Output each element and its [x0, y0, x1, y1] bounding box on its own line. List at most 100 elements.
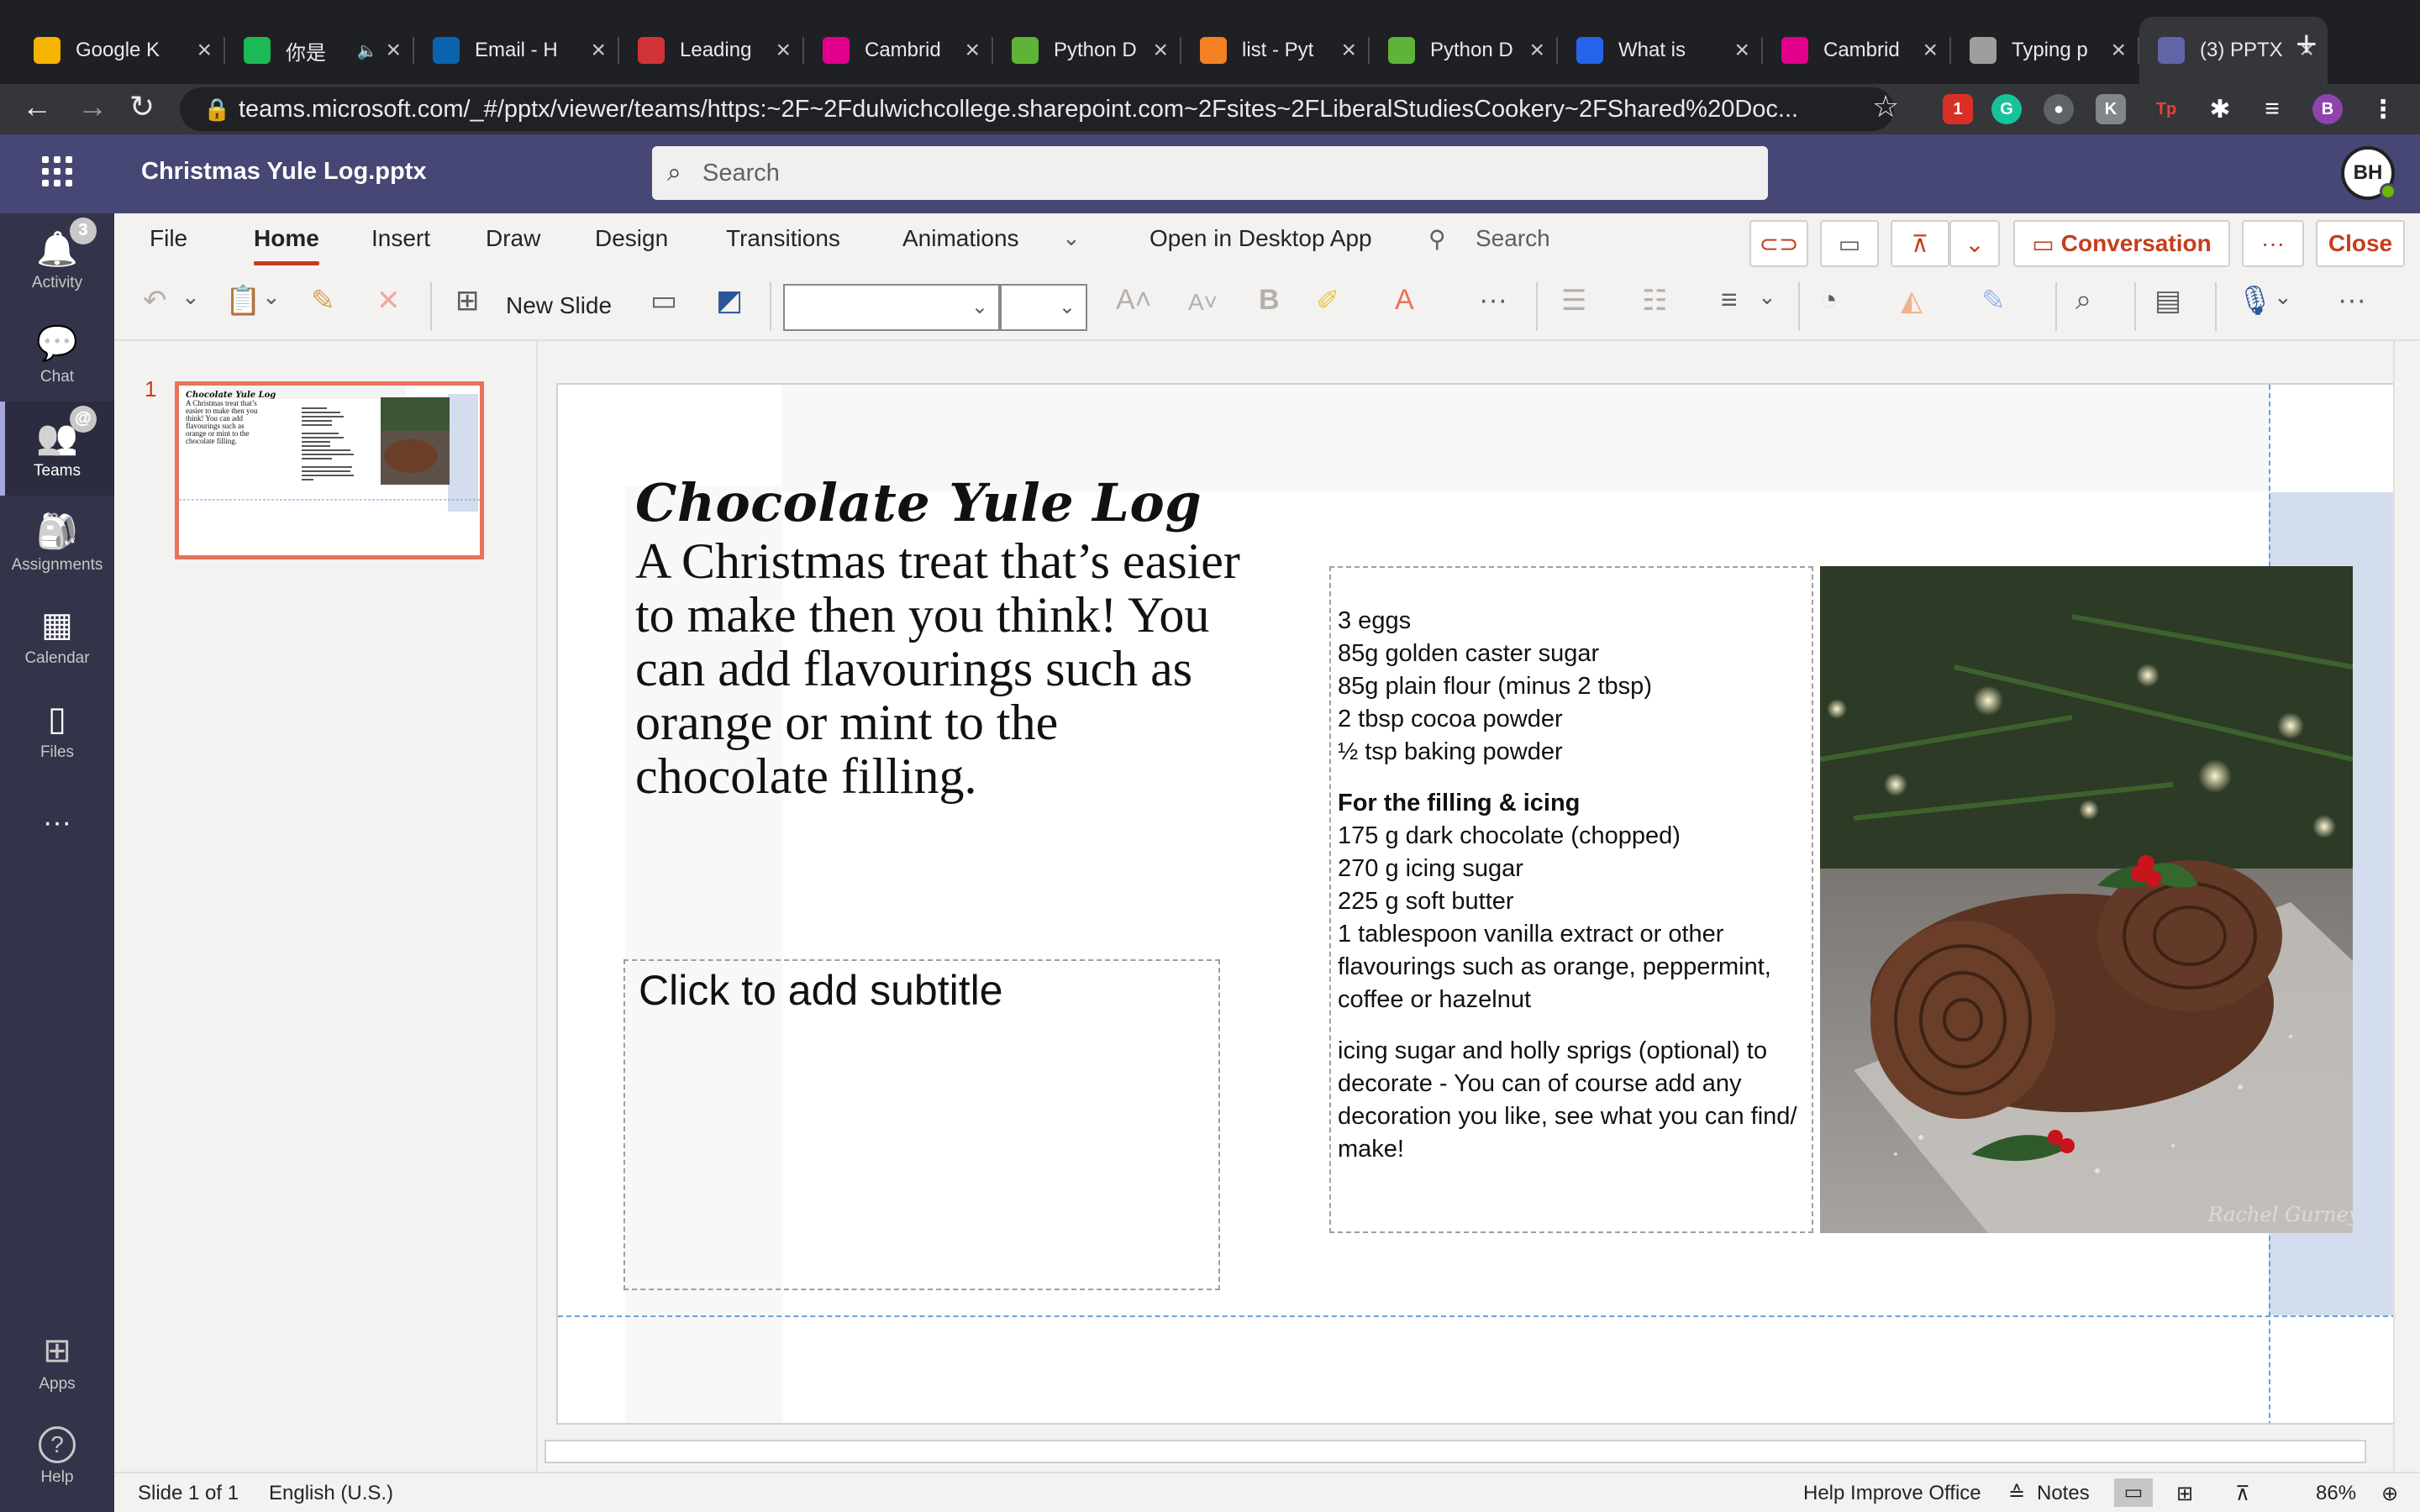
profile-avatar[interactable]: B — [2312, 94, 2343, 124]
tab-insert[interactable]: Insert — [371, 225, 430, 252]
increase-font-size-icon[interactable]: A˄ — [1116, 284, 1152, 317]
new-slide-button[interactable]: New Slide — [506, 292, 612, 319]
slide-title[interactable]: Chocolate Yule Log — [635, 472, 1202, 533]
close-tab-icon[interactable]: × — [1153, 36, 1168, 65]
more-tabs-chevron-icon[interactable]: ⌄ — [1062, 225, 1081, 251]
align-icon[interactable]: ≡ — [1721, 284, 1738, 317]
normal-view-icon[interactable]: ▭ — [2114, 1478, 2153, 1507]
browser-tab[interactable]: Python D × — [993, 17, 1181, 84]
media-queue-icon[interactable]: ≡ — [2257, 94, 2287, 124]
extension-tp-icon[interactable]: Tp — [2151, 94, 2181, 124]
paste-icon[interactable]: 📋 — [225, 284, 260, 318]
present-dropdown[interactable]: ⌄ — [1949, 220, 2000, 267]
browser-tab[interactable]: Leading × — [619, 17, 804, 84]
recipe-text-box[interactable]: 3 eggs 85g golden caster sugar 85g plain… — [1329, 566, 1813, 1233]
back-icon[interactable]: ← — [22, 89, 52, 124]
app-bar-item-chat[interactable]: 💬 Chat — [0, 307, 114, 402]
app-launcher-icon[interactable] — [42, 156, 72, 186]
help-improve-office-link[interactable]: Help Improve Office — [1803, 1482, 1981, 1505]
browser-tab[interactable]: Cambrid × — [804, 17, 993, 84]
format-painter-icon[interactable]: ✎ — [311, 284, 335, 318]
present-button[interactable]: ⊼ — [1891, 220, 1949, 267]
highlight-icon[interactable]: ✐ — [1316, 284, 1340, 318]
shapes-icon[interactable]: ◔ — [1820, 284, 1838, 317]
close-tab-icon[interactable]: × — [1923, 36, 1938, 65]
teams-search-input[interactable]: ⌕ Search — [652, 146, 1768, 200]
close-tab-icon[interactable]: × — [965, 36, 980, 65]
app-bar-item-help[interactable]: ? Help — [0, 1410, 114, 1504]
app-bar-item-apps[interactable]: ⊞ Apps — [0, 1315, 114, 1410]
extension-circle-icon[interactable]: ● — [2044, 94, 2074, 124]
forward-icon[interactable]: → — [77, 89, 108, 124]
tab-draw[interactable]: Draw — [486, 225, 540, 252]
extension-badge-icon[interactable]: 1 — [1943, 94, 1973, 124]
dictate-microphone-icon[interactable]: 🎙 — [2237, 284, 2273, 318]
close-button[interactable]: Close — [2316, 220, 2405, 267]
close-tab-icon[interactable]: × — [1734, 36, 1749, 65]
slide-thumbnail[interactable]: Chocolate Yule Log A Christmas treat tha… — [175, 381, 484, 559]
slide-sorter-icon[interactable]: ⊞ — [2176, 1482, 2193, 1506]
close-tab-icon[interactable]: × — [2111, 36, 2126, 65]
tab-design[interactable]: Design — [595, 225, 668, 252]
open-in-desktop-button[interactable]: Open in Desktop App — [1150, 225, 1372, 252]
subtitle-placeholder[interactable]: Click to add subtitle — [623, 959, 1220, 1290]
yule-log-photo[interactable]: Rachel Gurney — [1820, 566, 2353, 1233]
close-tab-icon[interactable]: × — [386, 36, 401, 65]
close-tab-icon[interactable]: × — [591, 36, 606, 65]
delete-icon[interactable]: ✕ — [376, 284, 401, 318]
slide-background-icon[interactable]: ◩ — [716, 284, 743, 318]
extension-k-icon[interactable]: K — [2096, 94, 2126, 124]
browser-tab[interactable]: What is × — [1558, 17, 1763, 84]
app-bar-item-more[interactable]: ··· — [0, 778, 114, 872]
horizontal-scrollbar[interactable] — [544, 1440, 2366, 1463]
close-tab-icon[interactable]: × — [1529, 36, 1544, 65]
dictate-dropdown-icon[interactable]: ⌄ — [2274, 284, 2292, 310]
numbering-icon[interactable]: ☷ — [1642, 284, 1667, 318]
designer-icon[interactable]: ▤ — [2154, 284, 2181, 318]
more-font-options-icon[interactable]: ··· — [1479, 284, 1507, 317]
align-dropdown-icon[interactable]: ⌄ — [1758, 284, 1776, 310]
decrease-font-size-icon[interactable]: A˅ — [1188, 289, 1218, 316]
app-bar-item-assignments[interactable]: 🎒 Assignments — [0, 496, 114, 590]
comments-button[interactable]: ▭ — [1820, 220, 1879, 267]
font-size-select[interactable]: ⌄ — [1000, 284, 1087, 331]
tab-animations[interactable]: Animations — [902, 225, 1019, 252]
conversation-button[interactable]: ▭ Conversation — [2013, 220, 2230, 267]
bold-icon[interactable]: B — [1259, 284, 1280, 317]
browser-tab[interactable]: Cambrid × — [1763, 17, 1951, 84]
reload-icon[interactable]: ↻ — [129, 89, 155, 124]
slideshow-icon[interactable]: ⊼ — [2235, 1482, 2250, 1506]
new-slide-icon[interactable]: ⊞ — [455, 284, 480, 318]
language-indicator[interactable]: English (U.S.) — [269, 1482, 393, 1505]
font-color-icon[interactable]: A — [1395, 284, 1414, 317]
app-bar-item-files[interactable]: ▯ Files — [0, 684, 114, 778]
app-bar-item-activity[interactable]: 🔔 3 Activity — [0, 213, 114, 307]
close-tab-icon[interactable]: × — [1341, 36, 1356, 65]
browser-tab[interactable]: Email - H × — [414, 17, 619, 84]
bullets-icon[interactable]: ☰ — [1561, 284, 1586, 318]
shape-outline-icon[interactable]: ✎ — [1981, 284, 2006, 318]
ribbon-overflow-icon[interactable]: ··· — [2338, 284, 2366, 317]
tab-audio-icon[interactable]: 🔈 — [357, 40, 378, 61]
tab-file[interactable]: File — [150, 225, 187, 252]
tab-transitions[interactable]: Transitions — [726, 225, 840, 252]
tab-home[interactable]: Home — [254, 225, 319, 265]
slide-body-text[interactable]: A Christmas treat that’s easier to make … — [635, 534, 1240, 803]
font-family-select[interactable]: ⌄ — [783, 284, 1000, 331]
notes-icon[interactable]: ≙ — [2008, 1482, 2025, 1506]
browser-tab[interactable]: Google K × — [15, 17, 225, 84]
undo-dropdown-icon[interactable]: ⌄ — [182, 284, 200, 310]
slide-canvas[interactable]: Chocolate Yule Log A Christmas treat tha… — [556, 383, 2395, 1425]
close-tab-icon[interactable]: × — [776, 36, 791, 65]
undo-icon[interactable]: ↶ — [143, 284, 167, 318]
browser-tab[interactable]: 你是 🔈 × — [225, 17, 414, 84]
notes-button[interactable]: Notes — [2037, 1482, 2090, 1505]
fit-to-window-icon[interactable]: ⊕ — [2381, 1482, 2398, 1506]
zoom-level[interactable]: 86% — [2316, 1482, 2356, 1505]
more-options-button[interactable]: ··· — [2242, 220, 2304, 267]
browser-tab[interactable]: list - Pyt × — [1181, 17, 1370, 84]
new-tab-button[interactable]: + — [2296, 24, 2317, 66]
tell-me-search[interactable]: Search — [1476, 225, 1550, 252]
user-avatar[interactable]: BH — [2341, 146, 2396, 200]
find-icon[interactable]: ⌕ — [2075, 284, 2091, 317]
